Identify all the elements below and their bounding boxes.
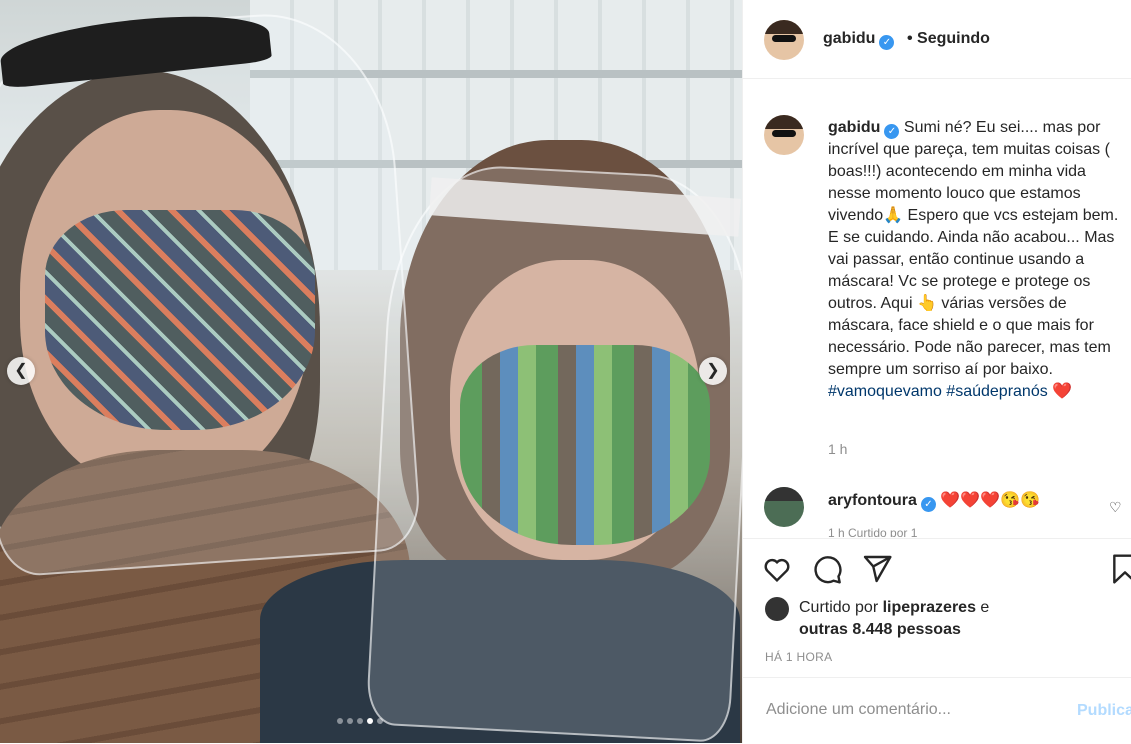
- comment-icon[interactable]: [811, 553, 843, 585]
- caption-author-username[interactable]: gabidu: [828, 119, 880, 136]
- bookmark-icon[interactable]: [1109, 553, 1131, 585]
- carousel-dot: [357, 718, 363, 724]
- carousel-next-button[interactable]: ❯: [699, 357, 727, 385]
- heart-emoji: ❤️: [1052, 383, 1073, 400]
- likes-text: Curtido por lipeprazeres e outras 8.448 …: [799, 597, 1129, 641]
- likes-conj: e: [975, 599, 990, 616]
- comment-input[interactable]: [764, 700, 1068, 720]
- liker-username[interactable]: lipeprazeres: [883, 599, 976, 616]
- carousel-dot: [367, 718, 373, 724]
- author-avatar[interactable]: [764, 20, 804, 60]
- caption-timestamp[interactable]: 1 h: [828, 441, 847, 457]
- verified-badge-icon: ✓: [884, 124, 900, 139]
- verified-badge-icon: ✓: [920, 497, 936, 512]
- share-icon[interactable]: [861, 553, 893, 585]
- comment: aryfontoura ✓ ❤️❤️❤️😘😘: [828, 490, 1040, 512]
- comment-text: ❤️❤️❤️😘😘: [940, 492, 1040, 509]
- face-shield: [365, 160, 742, 743]
- verified-badge-icon: ✓: [879, 35, 895, 50]
- publish-button[interactable]: Publicar: [1077, 702, 1131, 720]
- post-sidebar: gabidu ✓ • Seguindo gabidu ✓ Sumi né? Eu s…: [742, 0, 1131, 743]
- follow-status[interactable]: • Seguindo: [907, 30, 990, 48]
- post-header: gabidu ✓ • Seguindo: [743, 0, 1131, 79]
- carousel-indicator: [337, 718, 383, 724]
- commenter-avatar[interactable]: [764, 487, 804, 527]
- caption-author-avatar[interactable]: [764, 115, 804, 155]
- likes-count[interactable]: outras 8.448 pessoas: [799, 621, 961, 638]
- comment-like-button[interactable]: ♡: [1109, 499, 1122, 516]
- caption-text: Sumi né? Eu sei.... mas por incrível que…: [828, 119, 1119, 378]
- comments-list[interactable]: gabidu ✓ Sumi né? Eu sei.... mas por incr…: [743, 79, 1131, 537]
- post-caption: gabidu ✓ Sumi né? Eu sei.... mas por incr…: [828, 117, 1128, 403]
- author-username-wrap: gabidu ✓: [823, 30, 895, 50]
- chevron-right-icon: ❯: [706, 362, 720, 379]
- carousel-dot: [377, 718, 383, 724]
- post-actions: [743, 538, 1131, 595]
- post-photo[interactable]: ❮ ❯: [0, 0, 742, 743]
- chevron-left-icon: ❮: [14, 362, 28, 379]
- carousel-dot: [337, 718, 343, 724]
- likes-prefix: Curtido por: [799, 599, 883, 616]
- carousel-dot: [347, 718, 353, 724]
- comment-meta: 1 h Curtido por 1: [828, 526, 918, 537]
- face-shield: [0, 5, 423, 579]
- hashtag-link[interactable]: #vamoquevamo: [828, 383, 942, 400]
- post-timestamp[interactable]: HÁ 1 HORA: [765, 650, 832, 664]
- heart-icon[interactable]: [761, 553, 793, 585]
- liker-avatar[interactable]: [765, 597, 789, 621]
- carousel-prev-button[interactable]: ❮: [7, 357, 35, 385]
- hashtag-link[interactable]: #saúdepranós: [946, 383, 1047, 400]
- add-comment-box: Publicar: [743, 677, 1131, 744]
- author-username[interactable]: gabidu: [823, 30, 875, 47]
- commenter-username[interactable]: aryfontoura: [828, 492, 917, 509]
